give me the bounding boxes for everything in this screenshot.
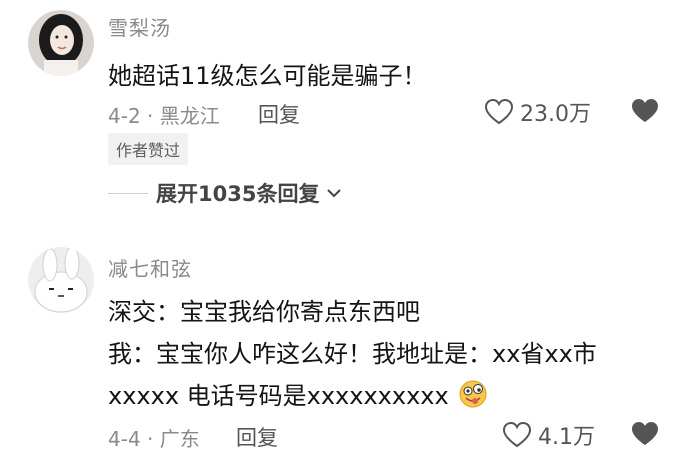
silly-face-emoji-icon bbox=[458, 379, 488, 415]
comment-meta: 4-2 · 黑龙江 bbox=[108, 104, 220, 128]
comment-1: 雪梨汤 她超话11级怎么可能是骗子！ 4-2 · 黑龙江 回复 23.0万 作者… bbox=[0, 0, 690, 220]
broken-heart-icon bbox=[632, 422, 658, 445]
reply-button[interactable]: 回复 bbox=[258, 99, 300, 129]
expand-replies-button[interactable]: 展开1035条回复 bbox=[108, 178, 342, 208]
avatar-rabbit-icon bbox=[28, 247, 94, 313]
comment-text-line-1: 深交：宝宝我给你寄点东西吧 bbox=[108, 298, 420, 326]
like-button[interactable]: 23.0万 bbox=[484, 96, 591, 128]
reply-button[interactable]: 回复 bbox=[236, 422, 278, 452]
comment-text-line-3: xxxxx 电话号码是xxxxxxxxxx bbox=[108, 376, 488, 415]
chevron-down-icon bbox=[327, 189, 342, 198]
like-count: 4.1万 bbox=[538, 425, 595, 450]
divider-line bbox=[108, 192, 148, 194]
username[interactable]: 减七和弦 bbox=[108, 253, 192, 282]
heart-icon bbox=[502, 421, 532, 448]
comment-text-line-3-content: xxxxx 电话号码是xxxxxxxxxx bbox=[108, 382, 449, 410]
broken-heart-icon bbox=[632, 99, 658, 122]
avatar[interactable] bbox=[28, 10, 94, 76]
dislike-button[interactable] bbox=[630, 420, 660, 452]
expand-replies-label: 展开1035条回复 bbox=[156, 182, 320, 206]
comment-meta: 4-4 · 广东 bbox=[108, 427, 200, 451]
comment-text-line-2: 我：宝宝你人咋这么好！我地址是：xx省xx市 bbox=[108, 340, 597, 368]
like-count: 23.0万 bbox=[520, 102, 591, 127]
author-liked-badge: 作者赞过 bbox=[108, 133, 189, 165]
avatar[interactable] bbox=[28, 247, 94, 313]
like-button[interactable]: 4.1万 bbox=[502, 419, 595, 451]
username[interactable]: 雪梨汤 bbox=[108, 12, 171, 41]
avatar-portrait-icon bbox=[28, 10, 94, 76]
comment-text: 她超话11级怎么可能是骗子！ bbox=[108, 62, 427, 90]
heart-icon bbox=[484, 98, 514, 125]
dislike-button[interactable] bbox=[630, 97, 660, 129]
comment-2: 减七和弦 深交：宝宝我给你寄点东西吧 我：宝宝你人咋这么好！我地址是：xx省xx… bbox=[0, 230, 690, 455]
